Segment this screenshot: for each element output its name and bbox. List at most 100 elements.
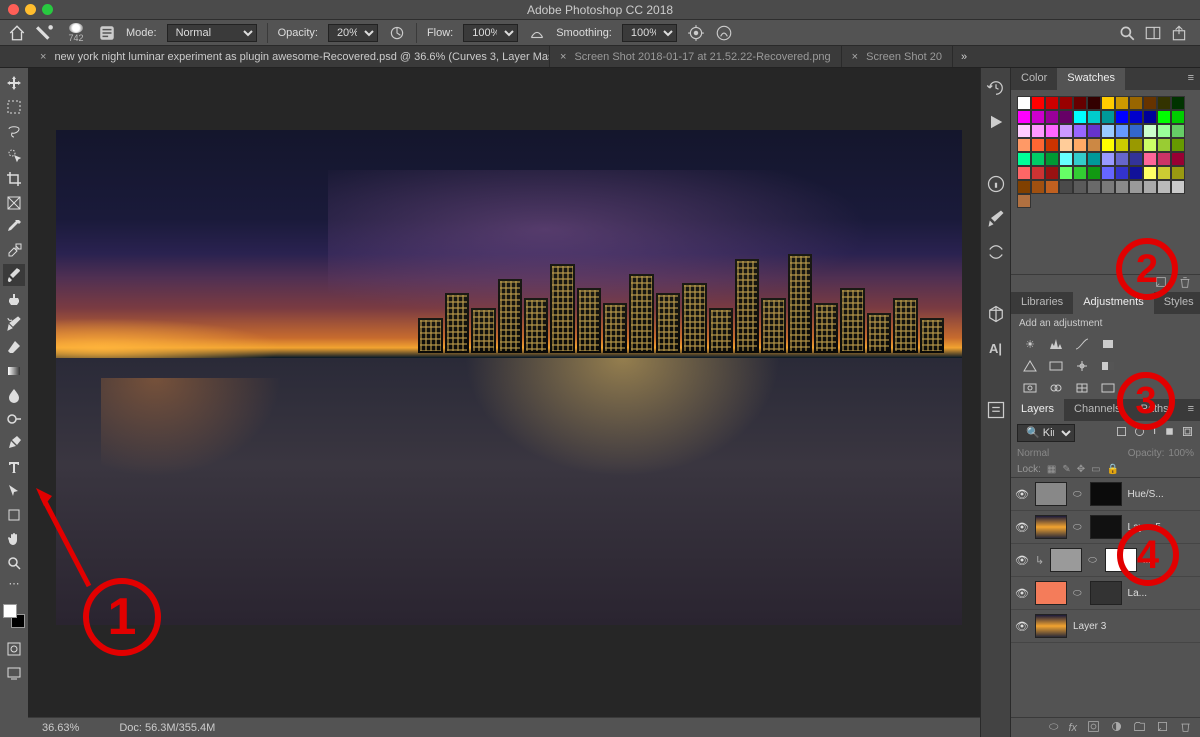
swatch[interactable] [1143,152,1157,166]
swatch[interactable] [1129,166,1143,180]
swatch[interactable] [1031,124,1045,138]
swatch[interactable] [1115,124,1129,138]
eyedropper-tool[interactable] [3,216,25,238]
swatch[interactable] [1115,138,1129,152]
new-layer-icon[interactable] [1156,720,1169,736]
dodge-tool[interactable] [3,408,25,430]
swatch[interactable] [1087,166,1101,180]
close-icon[interactable]: × [560,51,566,63]
swatch[interactable] [1045,96,1059,110]
swatch[interactable] [1143,96,1157,110]
layer-name[interactable]: Layer 5 [1128,522,1196,533]
frame-tool[interactable] [3,192,25,214]
actions-panel-icon[interactable] [986,112,1006,132]
brightness-adjust-icon[interactable]: ☀ [1021,336,1039,352]
swatch[interactable] [1129,110,1143,124]
lock-transparent-icon[interactable]: ▦ [1047,464,1056,475]
delete-swatch-icon[interactable] [1178,275,1192,292]
swatch[interactable] [1157,96,1171,110]
search-icon[interactable] [1118,24,1136,42]
layer-name[interactable]: ... [1143,555,1196,566]
swatch[interactable] [1171,110,1185,124]
link-layers-icon[interactable]: ⬭ [1049,721,1058,734]
flow-select[interactable]: 100% [463,24,518,42]
tab-styles[interactable]: Styles [1154,292,1200,314]
filter-shape-icon[interactable] [1163,425,1176,441]
layer-row[interactable]: 👁⬭La... [1011,577,1200,610]
swatch[interactable] [1129,96,1143,110]
swatch[interactable] [1073,166,1087,180]
swatch[interactable] [1157,138,1171,152]
quick-select-tool[interactable] [3,144,25,166]
exposure-adjust-icon[interactable] [1099,336,1117,352]
info-panel-icon[interactable] [986,174,1006,194]
document-canvas[interactable] [56,130,962,625]
layer-row[interactable]: 👁↳⬭... [1011,544,1200,577]
swatch[interactable] [1059,180,1073,194]
character-panel-icon[interactable]: A| [986,338,1006,358]
panel-menu-icon[interactable]: ≡ [1182,399,1200,421]
swatch[interactable] [1157,110,1171,124]
tab-color[interactable]: Color [1011,68,1057,90]
swatch[interactable] [1143,110,1157,124]
quick-mask-icon[interactable] [3,638,25,660]
layer-opacity-value[interactable]: 100% [1168,448,1194,459]
adjustment-layer-icon[interactable] [1110,720,1123,736]
swatch[interactable] [1143,166,1157,180]
lock-all-icon[interactable]: 🔒 [1107,464,1119,475]
hue-sat-adjust-icon[interactable] [1047,358,1065,374]
blur-tool[interactable] [3,384,25,406]
mask-thumbnail[interactable] [1090,482,1122,506]
swatch[interactable] [1101,96,1115,110]
delete-layer-icon[interactable] [1179,720,1192,736]
canvas-area[interactable]: 1 36.63% Doc: 56.3M/355.4M [28,68,980,737]
invert-adjust-icon[interactable] [1099,380,1117,396]
eraser-tool[interactable] [3,336,25,358]
swatch[interactable] [1059,166,1073,180]
swatch[interactable] [1017,110,1031,124]
curves-adjust-icon[interactable] [1073,336,1091,352]
visibility-icon[interactable]: 👁 [1015,488,1029,501]
swatch[interactable] [1157,124,1171,138]
layer-blend-value[interactable]: Normal [1017,448,1049,459]
filter-type-icon[interactable]: T [1151,425,1158,441]
layer-row[interactable]: 👁⬭Layer 5 [1011,511,1200,544]
swatch[interactable] [1101,152,1115,166]
swatch[interactable] [1031,96,1045,110]
swatch[interactable] [1143,180,1157,194]
swatch[interactable] [1031,110,1045,124]
bw-adjust-icon[interactable] [1099,358,1117,374]
swatch[interactable] [1045,124,1059,138]
mask-thumbnail[interactable] [1090,581,1122,605]
tab-channels[interactable]: Channels [1064,399,1130,421]
marquee-tool[interactable] [3,96,25,118]
vibrance-adjust-icon[interactable] [1021,358,1039,374]
filter-smart-icon[interactable] [1181,425,1194,441]
opacity-select[interactable]: 20% [328,24,378,42]
lock-position-icon[interactable]: ✥ [1077,464,1085,475]
close-icon[interactable]: × [40,51,46,63]
airbrush-icon[interactable] [528,24,546,42]
visibility-icon[interactable]: 👁 [1015,554,1029,567]
filter-pixel-icon[interactable] [1115,425,1128,441]
swatch[interactable] [1143,138,1157,152]
brush-preset-picker[interactable]: 742 [64,23,88,43]
layer-filter-select[interactable]: 🔍 Kind [1017,424,1075,442]
swatch[interactable] [1087,152,1101,166]
swatch[interactable] [1059,96,1073,110]
swatch[interactable] [1017,124,1031,138]
type-tool[interactable] [3,456,25,478]
edit-toolbar-icon[interactable]: ⋯ [3,576,25,590]
channel-mixer-adjust-icon[interactable] [1047,380,1065,396]
mask-link-icon[interactable]: ⬭ [1073,588,1082,599]
swatch[interactable] [1073,124,1087,138]
swatch[interactable] [1017,194,1031,208]
3d-panel-icon[interactable] [986,304,1006,324]
swatch[interactable] [1129,124,1143,138]
mask-link-icon[interactable]: ⬭ [1088,555,1097,566]
history-panel-icon[interactable] [986,78,1006,98]
swatch[interactable] [1087,96,1101,110]
swatch[interactable] [1031,152,1045,166]
layer-thumbnail[interactable] [1050,548,1082,572]
brushes-panel-icon[interactable] [986,208,1006,228]
